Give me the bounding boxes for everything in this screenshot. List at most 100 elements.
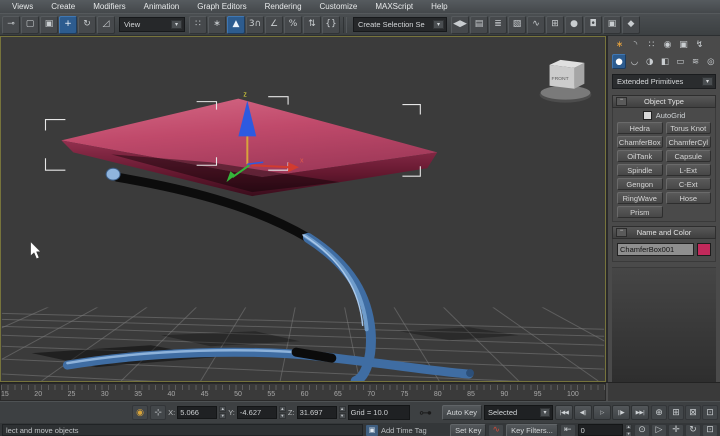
primitive-button[interactable]: Hose xyxy=(666,192,712,204)
primitive-button[interactable]: Capsule xyxy=(666,150,712,162)
frame-spinner[interactable]: ▲▼ xyxy=(625,424,632,436)
select-and-scale-icon[interactable]: ◿ xyxy=(97,16,115,34)
set-key-big-key-icon[interactable]: ⊶ xyxy=(412,405,440,421)
autogrid-checkbox[interactable] xyxy=(643,111,652,120)
menu-item[interactable]: MAXScript xyxy=(367,1,421,12)
previous-frame-button[interactable]: ◀|| xyxy=(574,405,592,420)
tab-display[interactable]: ▣ xyxy=(676,38,691,51)
primitive-button[interactable]: OilTank xyxy=(617,150,663,162)
time-slider-ruler[interactable]: 1520253035404550556065707580859095100 xyxy=(0,383,606,401)
angle-snap-icon[interactable]: ∠ xyxy=(265,16,283,34)
select-and-manipulate-icon[interactable]: ∗ xyxy=(208,16,226,34)
orbit-icon[interactable]: ↻ xyxy=(685,424,701,436)
y-coordinate-field[interactable]: -4.627 xyxy=(237,406,277,419)
scene-explorer-icon[interactable]: ≣ xyxy=(489,16,507,34)
spinner-snap-icon[interactable]: ⇅ xyxy=(303,16,321,34)
x-coordinate-field[interactable]: 5.066 xyxy=(177,406,217,419)
select-and-link-icon[interactable]: ⊸ xyxy=(2,16,20,34)
keyboard-shortcut-override-icon[interactable]: ▲ xyxy=(227,16,245,34)
select-and-move-icon[interactable]: + xyxy=(59,16,77,34)
subcat-space-warps[interactable]: ≋ xyxy=(688,54,702,69)
primitive-button[interactable]: ChamferBox xyxy=(617,136,663,148)
current-frame-field[interactable]: 0 xyxy=(578,424,623,436)
primitive-category-dropdown[interactable]: Extended Primitives ▾ xyxy=(612,74,716,89)
next-frame-button[interactable]: ||▶ xyxy=(612,405,630,420)
object-name-field[interactable]: ChamferBox001 xyxy=(617,243,694,256)
primitive-button[interactable]: Spindle xyxy=(617,164,663,176)
view-cube[interactable]: FRONT xyxy=(540,60,592,103)
time-tag-icon[interactable]: ▣ xyxy=(365,424,379,436)
render-production-icon[interactable]: ◆ xyxy=(622,16,640,34)
z-coordinate-field[interactable]: 31.697 xyxy=(297,406,337,419)
go-to-end-button[interactable]: ▶▶| xyxy=(631,405,649,420)
menu-item[interactable]: Animation xyxy=(136,1,188,12)
rendered-frame-window-icon[interactable]: ▣ xyxy=(603,16,621,34)
selection-lock-icon[interactable]: ◉ xyxy=(132,405,148,420)
key-filters-button[interactable]: Key Filters... xyxy=(506,424,558,436)
percent-snap-icon[interactable]: % xyxy=(284,16,302,34)
snaps-toggle-icon[interactable]: 3∩ xyxy=(246,16,264,34)
subcat-systems[interactable]: ◎ xyxy=(704,54,718,69)
primitive-button[interactable]: Torus Knot xyxy=(666,122,712,134)
menu-item[interactable]: Views xyxy=(4,1,41,12)
primitive-button[interactable]: Prism xyxy=(617,206,663,218)
subcat-geometry[interactable]: ● xyxy=(612,54,626,69)
subcat-lights[interactable]: ◑ xyxy=(643,54,657,69)
tab-motion[interactable]: ◉ xyxy=(660,38,675,51)
x-spinner[interactable]: ▲▼ xyxy=(219,406,226,419)
absolute-offset-toggle-icon[interactable]: ⊹ xyxy=(150,405,166,420)
mirror-icon[interactable]: ◀▶ xyxy=(451,16,469,34)
tab-create[interactable]: ∗ xyxy=(612,38,627,51)
menu-item[interactable]: Help xyxy=(423,1,455,12)
set-key-curve-icon[interactable]: ∿ xyxy=(488,424,504,436)
object-type-rollout-header[interactable]: − Object Type xyxy=(612,95,716,108)
schematic-view-icon[interactable]: ⊞ xyxy=(546,16,564,34)
select-and-rotate-icon[interactable]: ↻ xyxy=(78,16,96,34)
named-selection-sets-icon[interactable]: {} xyxy=(322,16,340,34)
auto-key-button[interactable]: Auto Key xyxy=(442,405,482,420)
go-to-start-button[interactable]: |◀◀ xyxy=(555,405,573,420)
time-configuration-icon[interactable]: ⊙ xyxy=(634,424,650,436)
zoom-region-icon[interactable]: ⊡ xyxy=(702,405,718,420)
menu-item[interactable]: Rendering xyxy=(257,1,310,12)
key-mode-toggle-icon[interactable]: ⇤ xyxy=(560,424,576,436)
zoom-all-icon[interactable]: ⊞ xyxy=(668,405,684,420)
field-of-view-icon[interactable]: ▷ xyxy=(651,424,667,436)
name-and-color-rollout-header[interactable]: − Name and Color xyxy=(612,226,716,239)
reference-coordinate-dropdown[interactable]: View ▾ xyxy=(119,17,185,32)
tab-hierarchy[interactable]: ∷ xyxy=(644,38,659,51)
zoom-icon[interactable]: ⊕ xyxy=(651,405,667,420)
pan-icon[interactable]: ✛ xyxy=(668,424,684,436)
subcat-cameras[interactable]: ◧ xyxy=(658,54,672,69)
render-setup-icon[interactable]: ◘ xyxy=(584,16,602,34)
add-time-tag-label[interactable]: Add Time Tag xyxy=(381,426,446,435)
use-pivot-point-center-icon[interactable]: ∷ xyxy=(189,16,207,34)
zoom-extents-icon[interactable]: ⊠ xyxy=(685,405,701,420)
subcat-shapes[interactable]: ◡ xyxy=(627,54,641,69)
tab-utilities[interactable]: ↯ xyxy=(692,38,707,51)
y-spinner[interactable]: ▲▼ xyxy=(279,406,286,419)
key-selection-dropdown[interactable]: Selected ▾ xyxy=(484,405,553,420)
primitive-button[interactable]: L-Ext xyxy=(666,164,712,176)
object-color-swatch[interactable] xyxy=(697,243,711,256)
perspective-viewport[interactable]: z x FRONT xyxy=(0,36,606,382)
primitive-button[interactable]: Gengon xyxy=(617,178,663,190)
subcat-helpers[interactable]: ▭ xyxy=(673,54,687,69)
material-editor-icon[interactable]: ● xyxy=(565,16,583,34)
menu-item[interactable]: Create xyxy=(43,1,83,12)
set-key-button[interactable]: Set Key xyxy=(450,424,486,436)
layer-explorer-icon[interactable]: ▧ xyxy=(508,16,526,34)
menu-item[interactable]: Graph Editors xyxy=(189,1,254,12)
window-crossing-icon[interactable]: ▣ xyxy=(40,16,58,34)
curve-editor-icon[interactable]: ∿ xyxy=(527,16,545,34)
align-icon[interactable]: ▤ xyxy=(470,16,488,34)
play-button[interactable]: ▷ xyxy=(593,405,611,420)
maximize-viewport-icon[interactable]: ⊡ xyxy=(702,424,718,436)
primitive-button[interactable]: RingWave xyxy=(617,192,663,204)
z-spinner[interactable]: ▲▼ xyxy=(339,406,346,419)
primitive-button[interactable]: C-Ext xyxy=(666,178,712,190)
primitive-button[interactable]: ChamferCyl xyxy=(666,136,712,148)
named-selection-set-dropdown[interactable]: Create Selection Se ▾ xyxy=(353,17,447,32)
menu-item[interactable]: Modifiers xyxy=(85,1,133,12)
tab-modify[interactable]: ◝ xyxy=(628,38,643,51)
